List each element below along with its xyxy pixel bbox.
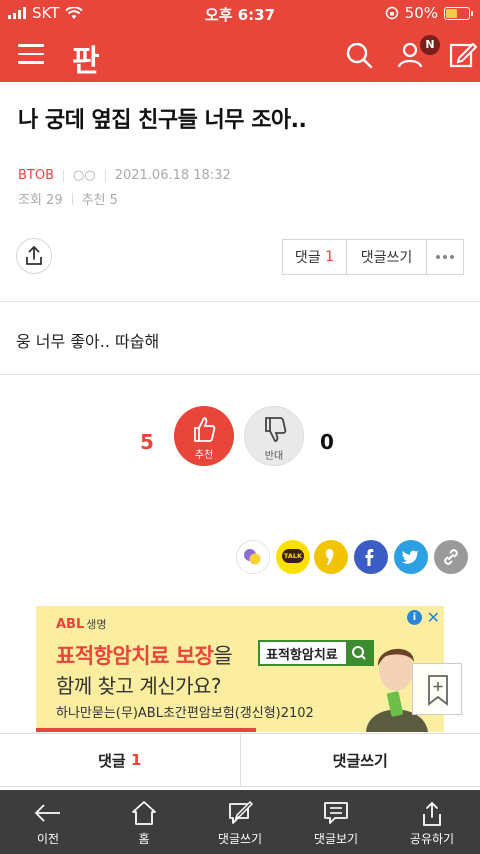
oppose-count: 0: [320, 430, 334, 454]
post-meta: BTOB ○○ 2021.06.18 18:32: [18, 168, 231, 183]
comment-bar-label: 댓글: [98, 751, 126, 770]
bookmark-button[interactable]: [412, 663, 462, 715]
divider: [0, 374, 480, 375]
upload-share-icon: [26, 245, 42, 265]
write-comment-icon: [229, 800, 254, 824]
ad-headline: 표적항암치료 보장을: [56, 644, 233, 668]
nav-back-label: 이전: [36, 832, 60, 846]
nav-home[interactable]: 홈: [96, 790, 192, 854]
comment-bar-write-button[interactable]: 댓글쓰기: [241, 734, 480, 786]
nav-view-comments-label: 댓글보기: [313, 832, 359, 846]
advertisement-banner[interactable]: ABL 생명 i ✕ 표적항암치료 보장을 표적항암치료 함께 찾고 계신가요? …: [36, 606, 444, 732]
home-icon: [132, 801, 156, 825]
facebook-icon[interactable]: [354, 540, 388, 574]
notification-badge[interactable]: N: [420, 35, 440, 55]
band-icon[interactable]: [314, 540, 348, 574]
twitter-icon[interactable]: [394, 540, 428, 574]
post-action-group: 댓글 1 댓글쓰기: [282, 239, 464, 275]
app-logo[interactable]: 판: [72, 36, 100, 80]
recommend-button[interactable]: 추천: [174, 406, 234, 466]
nav-view-comments[interactable]: 댓글보기: [288, 790, 384, 854]
nav-write-comment[interactable]: 댓글쓰기: [192, 790, 288, 854]
bookmark-add-icon: [428, 675, 448, 706]
kakao-story-icon[interactable]: [236, 540, 270, 574]
share-icon: [423, 801, 441, 826]
link-icon[interactable]: [434, 540, 468, 574]
battery-icon: [444, 6, 473, 20]
post-content: 웅 너무 좋아.. 따숩해: [16, 332, 160, 351]
recommend-label: 추천: [194, 450, 214, 461]
ad-search-text: 표적항암치료: [266, 647, 338, 663]
status-bar: SKT 오후 6:37 50%: [0, 0, 480, 26]
comment-count: 1: [325, 249, 335, 265]
ad-brand: ABL 생명: [56, 617, 107, 632]
back-arrow-icon: [34, 804, 60, 822]
comment-bar-count: 1: [130, 751, 142, 769]
view-comments-button[interactable]: 댓글 1: [0, 734, 241, 786]
battery-percent: 50%: [404, 4, 438, 22]
comment-label: 댓글: [294, 250, 321, 266]
share-button[interactable]: [16, 238, 52, 274]
nav-write-comment-label: 댓글쓰기: [217, 832, 263, 846]
nav-share[interactable]: 공유하기: [384, 790, 480, 854]
post-stats: 조회 29 추천 5: [18, 189, 118, 208]
nav-home-label: 홈: [138, 832, 150, 846]
ad-stripe: [36, 728, 256, 732]
view-comments-icon: [324, 802, 348, 824]
nav-back[interactable]: 이전: [0, 790, 96, 854]
oppose-button[interactable]: 반대: [244, 406, 304, 466]
thumbs-up-icon: [194, 417, 216, 442]
post-author-extra: ○○: [73, 168, 96, 183]
ad-close-icon[interactable]: ✕: [427, 608, 440, 627]
post-views: 조회 29: [18, 193, 63, 208]
app-header: 판 N: [0, 26, 480, 82]
kakao-talk-label: TALK: [282, 549, 304, 563]
comment-count-button[interactable]: 댓글 1: [283, 240, 347, 274]
search-icon[interactable]: [344, 40, 374, 70]
divider: [0, 301, 480, 302]
write-post-icon[interactable]: [448, 40, 478, 70]
oppose-label: 반대: [264, 451, 284, 462]
bottom-navigation: 이전 홈 댓글쓰기 댓글보기 공유하기: [0, 790, 480, 854]
nav-share-label: 공유하기: [409, 832, 455, 846]
more-button[interactable]: [427, 240, 463, 274]
more-dots-icon: [436, 255, 454, 259]
comment-bar: 댓글 1 댓글쓰기: [0, 733, 480, 787]
post-title: 나 궁데 옆집 친구들 너무 조아..: [18, 108, 307, 133]
status-right: 50%: [385, 4, 473, 22]
ad-info-icon[interactable]: i: [407, 610, 422, 625]
post-date: 2021.06.18 18:32: [114, 168, 231, 183]
write-comment-button[interactable]: 댓글쓰기: [347, 240, 427, 274]
menu-icon[interactable]: [18, 44, 44, 64]
ad-subheadline: 함께 찾고 계신가요?: [56, 674, 222, 698]
post-author[interactable]: BTOB: [18, 168, 54, 183]
ad-product-name: 하나만묻는(무)ABL초간편암보험(갱신형)2102: [56, 706, 314, 721]
post-recommends: 추천 5: [81, 193, 118, 208]
kakao-talk-icon[interactable]: TALK: [276, 540, 310, 574]
rotation-lock-icon: [385, 6, 398, 20]
recommend-count: 5: [140, 430, 154, 454]
thumbs-down-icon: [265, 417, 287, 442]
